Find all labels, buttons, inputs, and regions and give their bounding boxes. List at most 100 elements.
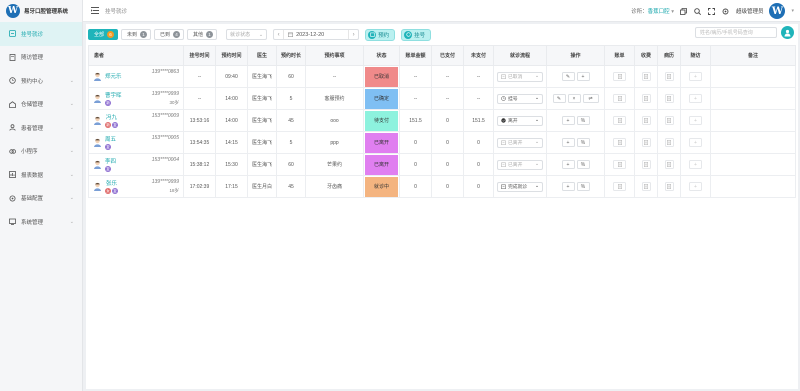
patient-name[interactable]: 冯九 xyxy=(105,113,118,121)
app-title: 易牙口腔管理系统 xyxy=(24,9,69,15)
chevron-down-icon: ⌄ xyxy=(69,195,74,202)
followup-cell: + xyxy=(680,131,711,154)
cancel-appointment-button[interactable]: × xyxy=(567,94,581,103)
charge-icon[interactable] xyxy=(641,138,651,147)
appointment-button[interactable]: 预约 xyxy=(365,28,396,41)
table-row[interactable]: 曹宇晖新 139****9999 30岁 -- 14:00 医生海飞 5 客服预约 已确定 -- -… xyxy=(88,87,796,110)
next-day-icon[interactable]: › xyxy=(349,32,358,38)
operations-cell: +% xyxy=(546,153,605,176)
patient-tag: 复 xyxy=(112,188,118,194)
table-row[interactable]: 郑元乐 139****0863 -- 09:40 医生海飞 60 -- 已取消 -- -- -- 已取… xyxy=(88,65,796,88)
user-avatar[interactable]: W xyxy=(769,3,786,19)
visit-flow-select[interactable]: 离开 ⌄ xyxy=(497,115,543,126)
discount-button[interactable]: % xyxy=(576,182,590,191)
status-tab[interactable]: 未到 1 xyxy=(121,29,152,40)
visit-status-select[interactable]: 就诊状态 ⌄ xyxy=(226,29,268,40)
patient-name[interactable]: 郑元乐 xyxy=(105,72,122,80)
add-patient-button[interactable] xyxy=(781,26,794,39)
patient-name[interactable]: 周五 xyxy=(105,135,116,143)
bill-doc-icon[interactable] xyxy=(613,138,626,147)
visit-flow-select[interactable]: 已离开 ⌄ xyxy=(497,137,543,148)
charge-cell xyxy=(634,87,658,110)
sidebar-item-system[interactable]: 系统管理 ⌄ xyxy=(0,210,82,234)
register-button[interactable]: 挂号 xyxy=(401,28,432,41)
add-followup-button[interactable]: + xyxy=(689,72,702,81)
tab-label: 已到 xyxy=(160,32,171,38)
add-followup-button[interactable]: + xyxy=(689,160,702,169)
patient-name[interactable]: 曹宇晖 xyxy=(105,91,122,99)
table-row[interactable]: 冯九新复 153****0009 13:53:16 14:00 医生海飞 45 ooo 待支付… xyxy=(88,109,796,132)
add-button[interactable]: + xyxy=(576,72,590,81)
patient-phone: 139****0863 xyxy=(151,69,179,75)
discount-button[interactable]: % xyxy=(576,116,590,125)
add-button[interactable]: + xyxy=(561,116,575,125)
table-row[interactable]: 周五复 153****0005 13:54:35 14:15 医生海飞 5 ppp 已离开 0 0… xyxy=(88,131,796,154)
bill-doc-icon[interactable] xyxy=(613,160,626,169)
settings-icon[interactable] xyxy=(722,7,730,15)
patient-avatar-icon xyxy=(94,182,101,191)
date-field[interactable]: 2023-12-20 xyxy=(283,30,350,39)
clinic-selector[interactable]: 诊所：香蕉口腔 ▾ xyxy=(631,7,674,15)
charge-icon[interactable] xyxy=(641,182,651,191)
visit-flow-select[interactable]: 完成就诊 ⌄ xyxy=(497,181,543,192)
charge-icon[interactable] xyxy=(641,72,651,81)
table-row[interactable]: 张乐女复 139****9999 18岁 17:02:39 17:15 医生月白 45 牙齿痛… xyxy=(88,175,796,198)
status-tab[interactable]: 全部 6 xyxy=(88,29,119,40)
visit-flow-select[interactable]: 挂号 ⌄ xyxy=(497,93,543,104)
add-button[interactable]: + xyxy=(561,160,575,169)
bill-doc-icon[interactable] xyxy=(613,116,626,125)
appointment-duration: 60 xyxy=(276,153,306,176)
sidebar-item-appointment[interactable]: 预约中心 ⌄ xyxy=(0,69,82,93)
paid-amount: 0 xyxy=(431,175,464,198)
medical-record-icon[interactable] xyxy=(664,138,674,147)
charge-cell xyxy=(634,131,658,154)
table-row[interactable]: 李四复 153****0004 15:38:12 15:30 医生海飞 60 芒果约 已离开 0… xyxy=(88,153,796,176)
fullscreen-icon[interactable] xyxy=(708,7,716,15)
medical-record-icon[interactable] xyxy=(664,116,674,125)
reschedule-button[interactable]: ⇌ xyxy=(582,94,599,103)
bill-cell xyxy=(604,153,635,176)
bill-doc-icon[interactable] xyxy=(613,182,626,191)
add-followup-button[interactable]: + xyxy=(689,116,702,125)
add-button[interactable]: + xyxy=(561,138,575,147)
patient-name[interactable]: 李四 xyxy=(105,157,116,165)
status-tab[interactable]: 已到 4 xyxy=(154,29,185,40)
copy-icon[interactable] xyxy=(680,7,688,15)
add-followup-button[interactable]: + xyxy=(689,94,702,103)
sidebar-item-config[interactable]: 基础配置 ⌄ xyxy=(0,187,82,211)
search-icon[interactable] xyxy=(694,7,702,15)
visit-flow-select[interactable]: 已离开 ⌄ xyxy=(497,159,543,170)
admin-name[interactable]: 超级管理员 xyxy=(736,7,764,15)
medical-record-icon[interactable] xyxy=(664,160,674,169)
discount-button[interactable]: % xyxy=(576,160,590,169)
collapse-menu-icon[interactable] xyxy=(91,7,99,15)
date-picker[interactable]: ‹ 2023-12-20 › xyxy=(273,29,360,40)
sidebar-item-patient[interactable]: 患者管理 ⌄ xyxy=(0,116,82,140)
sidebar-item-miniapp[interactable]: 小程序 ⌄ xyxy=(0,140,82,164)
bill-doc-icon[interactable] xyxy=(613,94,626,103)
sidebar-item-followup[interactable]: 随访管理 xyxy=(0,46,82,70)
add-followup-button[interactable]: + xyxy=(689,182,702,191)
patient-name[interactable]: 张乐 xyxy=(105,179,118,187)
discount-button[interactable]: % xyxy=(576,138,590,147)
status-tab[interactable]: 其他 1 xyxy=(187,29,218,40)
bill-doc-icon[interactable] xyxy=(613,72,626,81)
medical-record-icon[interactable] xyxy=(664,182,674,191)
add-button[interactable]: + xyxy=(561,182,575,191)
add-followup-button[interactable]: + xyxy=(689,138,702,147)
medical-record-icon[interactable] xyxy=(664,94,674,103)
chevron-down-icon[interactable]: ▾ xyxy=(791,8,794,14)
charge-icon[interactable] xyxy=(641,160,651,169)
visit-flow-select[interactable]: 已取消 ⌄ xyxy=(497,71,543,82)
sidebar-item-registration[interactable]: 挂号就诊 xyxy=(0,22,82,46)
medical-record-icon[interactable] xyxy=(664,72,674,81)
sidebar-item-warehouse[interactable]: 仓储管理 ⌄ xyxy=(0,93,82,117)
remark-cell xyxy=(710,65,796,88)
charge-icon[interactable] xyxy=(641,116,651,125)
search-input[interactable]: 姓名/病历/手机号码查询 xyxy=(695,27,777,38)
charge-icon[interactable] xyxy=(641,94,651,103)
prev-day-icon[interactable]: ‹ xyxy=(274,32,283,38)
sidebar-item-report[interactable]: 报表数据 ⌄ xyxy=(0,163,82,187)
edit-button[interactable]: ✎ xyxy=(561,72,575,81)
edit-button[interactable]: ✎ xyxy=(552,94,566,103)
